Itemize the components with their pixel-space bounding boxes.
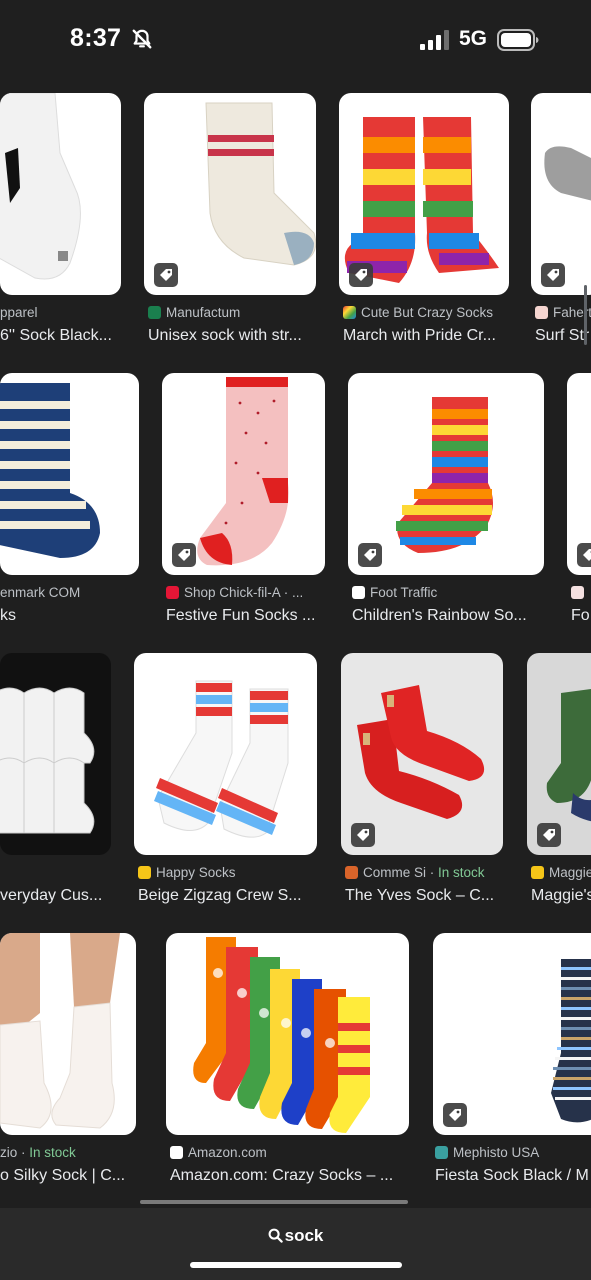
result-card[interactable]: Fo — [567, 373, 591, 633]
product-image[interactable] — [0, 373, 139, 575]
result-card[interactable]: Cute But Crazy Socks March with Pride Cr… — [339, 93, 511, 353]
price-tag-icon — [537, 823, 561, 847]
result-source: Fahert — [535, 305, 591, 320]
product-image[interactable] — [341, 653, 503, 855]
result-title[interactable]: Fo — [571, 607, 591, 625]
battery-icon — [497, 29, 539, 51]
result-card[interactable]: pparel 6'' Sock Black... — [0, 93, 122, 353]
product-image[interactable] — [134, 653, 317, 855]
search-icon — [268, 1228, 283, 1243]
price-tag-icon — [154, 263, 178, 287]
price-tag-icon — [577, 543, 591, 567]
vertical-scrollbar[interactable] — [584, 285, 587, 345]
result-title[interactable]: Beige Zigzag Crew S... — [138, 887, 320, 905]
result-source: Foot Traffic — [352, 585, 437, 600]
result-card[interactable]: Mephisto USA Fiesta Sock Black / M — [433, 933, 591, 1193]
product-image[interactable] — [348, 373, 544, 575]
product-image[interactable] — [0, 653, 111, 855]
result-card[interactable]: Comme Si · In stock The Yves Sock – C... — [341, 653, 505, 913]
result-source: Happy Socks — [138, 865, 236, 880]
product-image[interactable] — [527, 653, 591, 855]
product-image[interactable] — [567, 373, 591, 575]
result-source: Cute But Crazy Socks — [343, 305, 493, 320]
result-title[interactable]: Surf Str — [535, 327, 591, 345]
product-image[interactable] — [162, 373, 325, 575]
result-title[interactable]: 6'' Sock Black... — [0, 327, 122, 345]
product-image[interactable] — [0, 93, 121, 295]
price-tag-icon — [172, 543, 196, 567]
bell-slash-icon — [132, 29, 152, 49]
price-tag-icon — [541, 263, 565, 287]
result-card[interactable]: Shop Chick-fil-A · ... Festive Fun Socks… — [162, 373, 326, 633]
product-image[interactable] — [339, 93, 509, 295]
result-source — [571, 585, 589, 600]
network-type: 5G — [459, 27, 488, 50]
product-image[interactable] — [433, 933, 591, 1135]
price-tag-icon — [443, 1103, 467, 1127]
product-image[interactable] — [144, 93, 316, 295]
product-image[interactable] — [531, 93, 591, 295]
result-source: Amazon.com — [170, 1145, 267, 1160]
result-title[interactable]: Festive Fun Socks ... — [166, 607, 328, 625]
status-time: 8:37 — [70, 24, 122, 52]
product-image[interactable] — [0, 933, 136, 1135]
result-card[interactable]: Fahert Surf Str — [531, 93, 591, 353]
result-source: Comme Si · In stock — [345, 865, 485, 880]
result-source: pparel — [0, 305, 38, 320]
result-title[interactable]: veryday Cus... — [0, 887, 112, 905]
result-source: Mephisto USA — [435, 1145, 539, 1160]
result-source: Maggie — [531, 865, 591, 880]
result-title[interactable]: o Silky Sock | C... — [0, 1167, 142, 1185]
home-indicator[interactable] — [190, 1262, 402, 1268]
result-card[interactable]: Manufactum Unisex sock with str... — [144, 93, 316, 353]
signal-bars-icon — [420, 30, 449, 50]
result-title[interactable]: Maggie's — [531, 887, 591, 905]
horizontal-scrollbar[interactable] — [140, 1200, 408, 1204]
result-title[interactable]: Children's Rainbow So... — [352, 607, 546, 625]
result-card[interactable]: veryday Cus... — [0, 653, 112, 913]
search-query-chip[interactable]: sock — [0, 1226, 591, 1246]
result-title[interactable]: ks — [0, 607, 140, 625]
result-title[interactable]: March with Pride Cr... — [343, 327, 513, 345]
result-source: Manufactum — [148, 305, 240, 320]
price-tag-icon — [351, 823, 375, 847]
result-card[interactable]: zio · In stock o Silky Sock | C... — [0, 933, 142, 1193]
result-card[interactable]: Happy Socks Beige Zigzag Crew S... — [134, 653, 318, 913]
result-source: Shop Chick-fil-A · ... — [166, 585, 303, 600]
result-card[interactable]: Amazon.com Amazon.com: Crazy Socks – ... — [166, 933, 412, 1193]
product-image[interactable] — [166, 933, 409, 1135]
price-tag-icon — [349, 263, 373, 287]
result-title[interactable]: Fiesta Sock Black / M — [435, 1167, 591, 1185]
result-card[interactable]: Foot Traffic Children's Rainbow So... — [348, 373, 546, 633]
result-source: zio · In stock — [0, 1145, 76, 1160]
result-title[interactable]: The Yves Sock – C... — [345, 887, 505, 905]
search-query: sock — [284, 1226, 324, 1245]
result-card[interactable]: Maggie Maggie's — [527, 653, 591, 913]
price-tag-icon — [358, 543, 382, 567]
result-title[interactable]: Unisex sock with str... — [148, 327, 320, 345]
result-title[interactable]: Amazon.com: Crazy Socks – ... — [170, 1167, 412, 1185]
result-source: enmark COM — [0, 585, 81, 600]
result-card[interactable]: enmark COM ks — [0, 373, 140, 633]
status-bar: 8:37 5G — [0, 0, 591, 82]
